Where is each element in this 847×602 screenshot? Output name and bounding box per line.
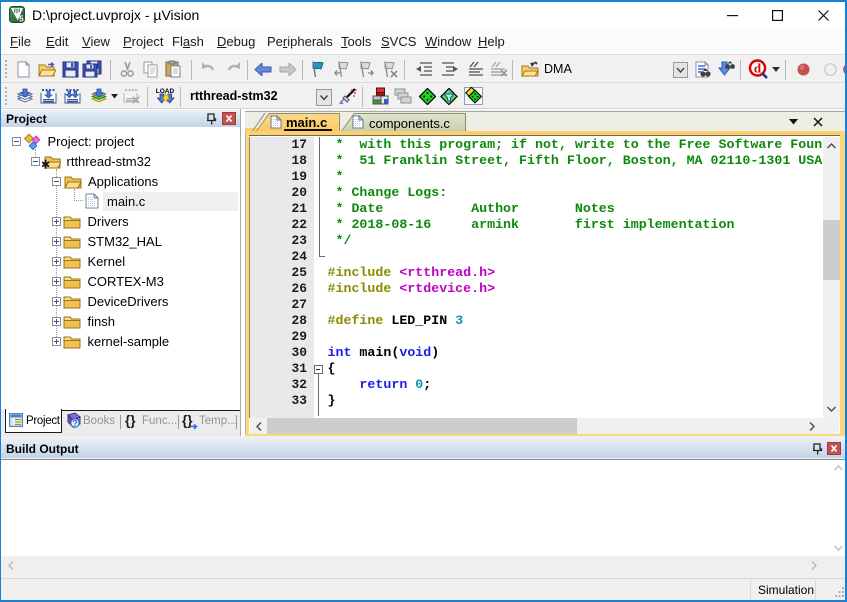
svg-text:?: ? xyxy=(72,418,77,428)
svg-text:d: d xyxy=(754,61,762,76)
svg-text:5: 5 xyxy=(19,15,24,23)
